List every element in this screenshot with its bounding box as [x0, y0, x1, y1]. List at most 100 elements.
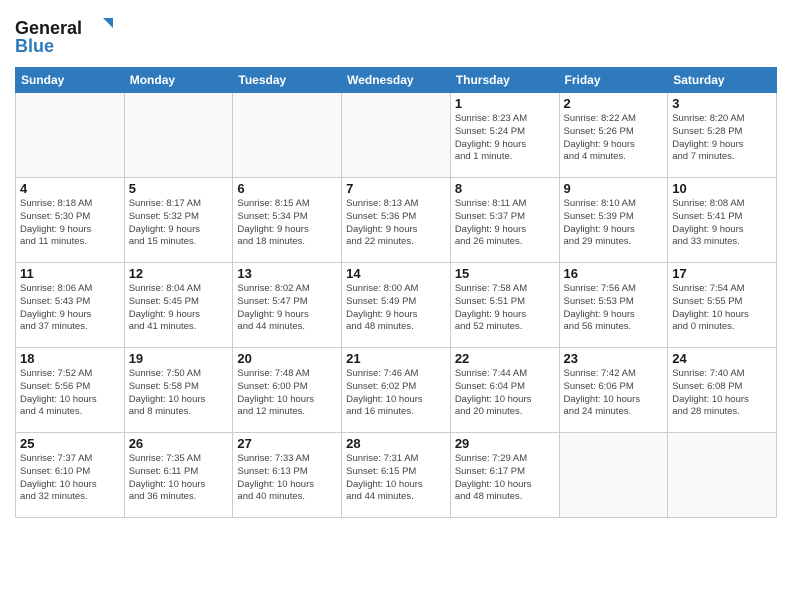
calendar-cell: 11 Sunrise: 8:06 AM Sunset: 5:43 PM Dayli…: [16, 263, 125, 348]
day-info: Sunrise: 8:04 AM Sunset: 5:45 PM Dayligh…: [129, 283, 229, 334]
calendar-cell: [124, 93, 233, 178]
calendar-cell: 17 Sunrise: 7:54 AM Sunset: 5:55 PM Dayli…: [668, 263, 777, 348]
calendar-table: SundayMondayTuesdayWednesdayThursdayFrid…: [15, 67, 777, 518]
page: General Blue SundayMondayTuesdayWednesda…: [0, 0, 792, 612]
day-number: 15: [455, 266, 555, 281]
day-info: Sunrise: 7:56 AM Sunset: 5:53 PM Dayligh…: [564, 283, 664, 334]
day-info: Sunrise: 8:17 AM Sunset: 5:32 PM Dayligh…: [129, 198, 229, 249]
day-info: Sunrise: 8:00 AM Sunset: 5:49 PM Dayligh…: [346, 283, 446, 334]
calendar-cell: [342, 93, 451, 178]
day-number: 29: [455, 436, 555, 451]
calendar-cell: 2 Sunrise: 8:22 AM Sunset: 5:26 PM Daylig…: [559, 93, 668, 178]
day-number: 25: [20, 436, 120, 451]
calendar-cell: [559, 433, 668, 518]
calendar-cell: 23 Sunrise: 7:42 AM Sunset: 6:06 PM Dayli…: [559, 348, 668, 433]
calendar-cell: 13Sunrise: 8:02 AM Sunset: 5:47 PM Dayli…: [233, 263, 342, 348]
day-info: Sunrise: 7:58 AM Sunset: 5:51 PM Dayligh…: [455, 283, 555, 334]
calendar-week-row: 11 Sunrise: 8:06 AM Sunset: 5:43 PM Dayli…: [16, 263, 777, 348]
day-info: Sunrise: 7:40 AM Sunset: 6:08 PM Dayligh…: [672, 368, 772, 419]
weekday-header: Thursday: [450, 68, 559, 93]
day-number: 5: [129, 181, 229, 196]
calendar-cell: [233, 93, 342, 178]
day-number: 24: [672, 351, 772, 366]
calendar-header: SundayMondayTuesdayWednesdayThursdayFrid…: [16, 68, 777, 93]
calendar-cell: [668, 433, 777, 518]
calendar-cell: 6 Sunrise: 8:15 AM Sunset: 5:34 PM Daylig…: [233, 178, 342, 263]
calendar-cell: 3 Sunrise: 8:20 AM Sunset: 5:28 PM Daylig…: [668, 93, 777, 178]
calendar-cell: 5 Sunrise: 8:17 AM Sunset: 5:32 PM Daylig…: [124, 178, 233, 263]
day-number: 8: [455, 181, 555, 196]
day-info: Sunrise: 7:46 AM Sunset: 6:02 PM Dayligh…: [346, 368, 446, 419]
calendar-cell: 8 Sunrise: 8:11 AM Sunset: 5:37 PM Daylig…: [450, 178, 559, 263]
calendar-cell: 24 Sunrise: 7:40 AM Sunset: 6:08 PM Dayli…: [668, 348, 777, 433]
weekday-header: Monday: [124, 68, 233, 93]
svg-text:Blue: Blue: [15, 36, 54, 56]
calendar-cell: 9 Sunrise: 8:10 AM Sunset: 5:39 PM Daylig…: [559, 178, 668, 263]
calendar-cell: 4 Sunrise: 8:18 AM Sunset: 5:30 PM Daylig…: [16, 178, 125, 263]
day-number: 28: [346, 436, 446, 451]
logo-area: General Blue: [15, 10, 125, 63]
calendar-cell: 14 Sunrise: 8:00 AM Sunset: 5:49 PM Dayli…: [342, 263, 451, 348]
calendar-week-row: 25Sunrise: 7:37 AM Sunset: 6:10 PM Dayli…: [16, 433, 777, 518]
day-number: 19: [129, 351, 229, 366]
day-number: 4: [20, 181, 120, 196]
day-info: Sunrise: 8:13 AM Sunset: 5:36 PM Dayligh…: [346, 198, 446, 249]
day-number: 14: [346, 266, 446, 281]
calendar-week-row: 1Sunrise: 8:23 AM Sunset: 5:24 PM Daylig…: [16, 93, 777, 178]
weekday-header: Wednesday: [342, 68, 451, 93]
calendar-cell: 10 Sunrise: 8:08 AM Sunset: 5:41 PM Dayli…: [668, 178, 777, 263]
day-info: Sunrise: 8:15 AM Sunset: 5:34 PM Dayligh…: [237, 198, 337, 249]
day-number: 23: [564, 351, 664, 366]
weekday-header: Friday: [559, 68, 668, 93]
day-info: Sunrise: 8:10 AM Sunset: 5:39 PM Dayligh…: [564, 198, 664, 249]
calendar-cell: 26 Sunrise: 7:35 AM Sunset: 6:11 PM Dayli…: [124, 433, 233, 518]
day-info: Sunrise: 7:54 AM Sunset: 5:55 PM Dayligh…: [672, 283, 772, 334]
day-info: Sunrise: 7:33 AM Sunset: 6:13 PM Dayligh…: [237, 453, 337, 504]
calendar-cell: 21Sunrise: 7:46 AM Sunset: 6:02 PM Dayli…: [342, 348, 451, 433]
day-number: 7: [346, 181, 446, 196]
day-info: Sunrise: 7:44 AM Sunset: 6:04 PM Dayligh…: [455, 368, 555, 419]
day-info: Sunrise: 7:35 AM Sunset: 6:11 PM Dayligh…: [129, 453, 229, 504]
day-info: Sunrise: 8:08 AM Sunset: 5:41 PM Dayligh…: [672, 198, 772, 249]
calendar-cell: 16Sunrise: 7:56 AM Sunset: 5:53 PM Dayli…: [559, 263, 668, 348]
calendar-week-row: 4 Sunrise: 8:18 AM Sunset: 5:30 PM Daylig…: [16, 178, 777, 263]
day-number: 20: [237, 351, 337, 366]
day-number: 3: [672, 96, 772, 111]
calendar-cell: 19 Sunrise: 7:50 AM Sunset: 5:58 PM Dayli…: [124, 348, 233, 433]
calendar-cell: 18Sunrise: 7:52 AM Sunset: 5:56 PM Dayli…: [16, 348, 125, 433]
calendar-cell: 15 Sunrise: 7:58 AM Sunset: 5:51 PM Dayli…: [450, 263, 559, 348]
calendar-cell: 28Sunrise: 7:31 AM Sunset: 6:15 PM Dayli…: [342, 433, 451, 518]
calendar-cell: 29Sunrise: 7:29 AM Sunset: 6:17 PM Dayli…: [450, 433, 559, 518]
calendar-cell: 20Sunrise: 7:48 AM Sunset: 6:00 PM Dayli…: [233, 348, 342, 433]
weekday-header: Sunday: [16, 68, 125, 93]
day-info: Sunrise: 8:22 AM Sunset: 5:26 PM Dayligh…: [564, 113, 664, 164]
day-number: 6: [237, 181, 337, 196]
day-info: Sunrise: 7:42 AM Sunset: 6:06 PM Dayligh…: [564, 368, 664, 419]
logo: General Blue: [15, 14, 125, 63]
day-number: 13: [237, 266, 337, 281]
day-number: 22: [455, 351, 555, 366]
day-number: 26: [129, 436, 229, 451]
calendar-cell: 1Sunrise: 8:23 AM Sunset: 5:24 PM Daylig…: [450, 93, 559, 178]
day-number: 17: [672, 266, 772, 281]
calendar-cell: 27 Sunrise: 7:33 AM Sunset: 6:13 PM Dayli…: [233, 433, 342, 518]
day-number: 2: [564, 96, 664, 111]
day-number: 18: [20, 351, 120, 366]
weekday-header: Tuesday: [233, 68, 342, 93]
day-number: 9: [564, 181, 664, 196]
calendar-cell: 7 Sunrise: 8:13 AM Sunset: 5:36 PM Daylig…: [342, 178, 451, 263]
day-number: 11: [20, 266, 120, 281]
day-info: Sunrise: 7:50 AM Sunset: 5:58 PM Dayligh…: [129, 368, 229, 419]
day-info: Sunrise: 8:18 AM Sunset: 5:30 PM Dayligh…: [20, 198, 120, 249]
day-number: 10: [672, 181, 772, 196]
day-info: Sunrise: 8:20 AM Sunset: 5:28 PM Dayligh…: [672, 113, 772, 164]
calendar-week-row: 18Sunrise: 7:52 AM Sunset: 5:56 PM Dayli…: [16, 348, 777, 433]
day-info: Sunrise: 8:06 AM Sunset: 5:43 PM Dayligh…: [20, 283, 120, 334]
header: General Blue: [15, 10, 777, 63]
calendar-cell: 22 Sunrise: 7:44 AM Sunset: 6:04 PM Dayli…: [450, 348, 559, 433]
day-number: 27: [237, 436, 337, 451]
calendar-cell: 25Sunrise: 7:37 AM Sunset: 6:10 PM Dayli…: [16, 433, 125, 518]
day-info: Sunrise: 8:11 AM Sunset: 5:37 PM Dayligh…: [455, 198, 555, 249]
day-info: Sunrise: 8:23 AM Sunset: 5:24 PM Dayligh…: [455, 113, 555, 164]
calendar-cell: 12Sunrise: 8:04 AM Sunset: 5:45 PM Dayli…: [124, 263, 233, 348]
